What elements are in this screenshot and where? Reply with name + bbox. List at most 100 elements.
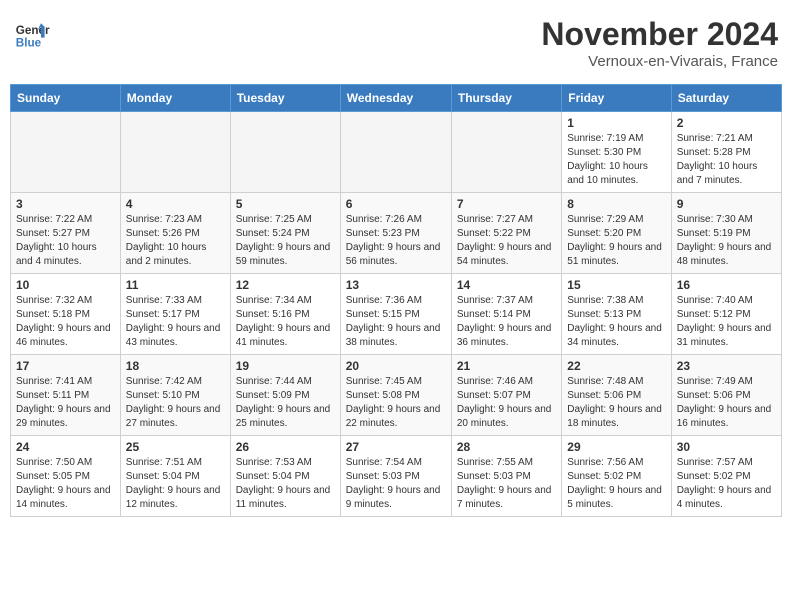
day-number: 27 [346,440,446,454]
day-number: 19 [236,359,335,373]
day-info: Sunrise: 7:23 AM Sunset: 5:26 PM Dayligh… [126,213,225,269]
calendar-cell: 23 Sunrise: 7:49 AM Sunset: 5:06 PM Dayli… [671,355,781,436]
day-number: 11 [126,278,225,292]
day-info: Sunrise: 7:51 AM Sunset: 5:04 PM Dayligh… [126,456,225,512]
calendar-cell: 1Sunrise: 7:19 AM Sunset: 5:30 PM Daylig… [562,112,671,193]
day-number: 29 [567,440,665,454]
calendar-cell: 18Sunrise: 7:42 AM Sunset: 5:10 PM Dayli… [120,355,230,436]
calendar: SundayMondayTuesdayWednesdayThursdayFrid… [10,84,782,517]
day-info: Sunrise: 7:27 AM Sunset: 5:22 PM Dayligh… [457,213,556,269]
calendar-cell: 20 Sunrise: 7:45 AM Sunset: 5:08 PM Dayli… [340,355,451,436]
svg-text:General: General [16,24,50,37]
calendar-cell: 3 Sunrise: 7:22 AM Sunset: 5:27 PM Daylig… [11,193,121,274]
calendar-cell: 11 Sunrise: 7:33 AM Sunset: 5:17 PM Dayli… [120,274,230,355]
day-info: Sunrise: 7:55 AM Sunset: 5:03 PM Dayligh… [457,456,556,512]
calendar-cell: 10 Sunrise: 7:32 AM Sunset: 5:18 PM Dayli… [11,274,121,355]
day-info: Sunrise: 7:49 AM Sunset: 5:06 PM Dayligh… [677,375,776,431]
calendar-cell [230,112,340,193]
title-area: November 2024 Vernoux-en-Vivarais, Franc… [541,16,778,70]
day-number: 15 [567,278,665,292]
day-number: 17 [16,359,115,373]
day-info: Sunrise: 7:36 AM Sunset: 5:15 PM Dayligh… [346,294,446,350]
day-number: 9 [677,197,776,211]
day-number: 12 [236,278,335,292]
day-number: 4 [126,197,225,211]
calendar-cell: 25 Sunrise: 7:51 AM Sunset: 5:04 PM Dayli… [120,436,230,517]
calendar-cell: 15 Sunrise: 7:38 AM Sunset: 5:13 PM Dayli… [562,274,671,355]
day-info: Sunrise: 7:41 AM Sunset: 5:11 PM Dayligh… [16,375,115,431]
calendar-cell: 8 Sunrise: 7:29 AM Sunset: 5:20 PM Daylig… [562,193,671,274]
calendar-header-monday: Monday [120,85,230,112]
calendar-cell: 22 Sunrise: 7:48 AM Sunset: 5:06 PM Dayli… [562,355,671,436]
logo: General Blue [14,16,50,52]
calendar-cell: 26Sunrise: 7:53 AM Sunset: 5:04 PM Dayli… [230,436,340,517]
calendar-cell: 7Sunrise: 7:27 AM Sunset: 5:22 PM Daylig… [451,193,561,274]
day-info: Sunrise: 7:26 AM Sunset: 5:23 PM Dayligh… [346,213,446,269]
day-number: 3 [16,197,115,211]
day-number: 5 [236,197,335,211]
calendar-cell: 21Sunrise: 7:46 AM Sunset: 5:07 PM Dayli… [451,355,561,436]
day-info: Sunrise: 7:48 AM Sunset: 5:06 PM Dayligh… [567,375,665,431]
svg-text:Blue: Blue [16,37,42,50]
day-number: 16 [677,278,776,292]
day-info: Sunrise: 7:54 AM Sunset: 5:03 PM Dayligh… [346,456,446,512]
calendar-header-sunday: Sunday [11,85,121,112]
day-number: 8 [567,197,665,211]
day-number: 2 [677,116,776,130]
calendar-cell: 6Sunrise: 7:26 AM Sunset: 5:23 PM Daylig… [340,193,451,274]
day-info: Sunrise: 7:37 AM Sunset: 5:14 PM Dayligh… [457,294,556,350]
day-number: 30 [677,440,776,454]
day-info: Sunrise: 7:57 AM Sunset: 5:02 PM Dayligh… [677,456,776,512]
calendar-cell: 29 Sunrise: 7:56 AM Sunset: 5:02 PM Dayli… [562,436,671,517]
calendar-cell: 27 Sunrise: 7:54 AM Sunset: 5:03 PM Dayli… [340,436,451,517]
calendar-week-3: 10 Sunrise: 7:32 AM Sunset: 5:18 PM Dayli… [11,274,782,355]
calendar-cell [340,112,451,193]
calendar-cell: 17 Sunrise: 7:41 AM Sunset: 5:11 PM Dayli… [11,355,121,436]
calendar-week-1: 1Sunrise: 7:19 AM Sunset: 5:30 PM Daylig… [11,112,782,193]
calendar-cell [11,112,121,193]
calendar-header-wednesday: Wednesday [340,85,451,112]
day-number: 26 [236,440,335,454]
day-info: Sunrise: 7:40 AM Sunset: 5:12 PM Dayligh… [677,294,776,350]
calendar-cell: 14Sunrise: 7:37 AM Sunset: 5:14 PM Dayli… [451,274,561,355]
calendar-header-thursday: Thursday [451,85,561,112]
day-info: Sunrise: 7:34 AM Sunset: 5:16 PM Dayligh… [236,294,335,350]
day-info: Sunrise: 7:44 AM Sunset: 5:09 PM Dayligh… [236,375,335,431]
day-number: 13 [346,278,446,292]
calendar-header-friday: Friday [562,85,671,112]
day-info: Sunrise: 7:29 AM Sunset: 5:20 PM Dayligh… [567,213,665,269]
calendar-cell: 19 Sunrise: 7:44 AM Sunset: 5:09 PM Dayli… [230,355,340,436]
day-number: 25 [126,440,225,454]
day-info: Sunrise: 7:50 AM Sunset: 5:05 PM Dayligh… [16,456,115,512]
day-number: 20 [346,359,446,373]
month-title: November 2024 [541,16,778,53]
logo-icon: General Blue [14,16,50,52]
day-info: Sunrise: 7:33 AM Sunset: 5:17 PM Dayligh… [126,294,225,350]
day-number: 22 [567,359,665,373]
calendar-cell: 30 Sunrise: 7:57 AM Sunset: 5:02 PM Dayli… [671,436,781,517]
day-info: Sunrise: 7:19 AM Sunset: 5:30 PM Dayligh… [567,132,665,188]
day-info: Sunrise: 7:25 AM Sunset: 5:24 PM Dayligh… [236,213,335,269]
day-info: Sunrise: 7:21 AM Sunset: 5:28 PM Dayligh… [677,132,776,188]
calendar-week-5: 24 Sunrise: 7:50 AM Sunset: 5:05 PM Dayli… [11,436,782,517]
calendar-week-2: 3 Sunrise: 7:22 AM Sunset: 5:27 PM Daylig… [11,193,782,274]
day-number: 10 [16,278,115,292]
day-number: 23 [677,359,776,373]
calendar-cell [451,112,561,193]
day-info: Sunrise: 7:32 AM Sunset: 5:18 PM Dayligh… [16,294,115,350]
calendar-week-4: 17 Sunrise: 7:41 AM Sunset: 5:11 PM Dayli… [11,355,782,436]
day-info: Sunrise: 7:46 AM Sunset: 5:07 PM Dayligh… [457,375,556,431]
calendar-cell: 9Sunrise: 7:30 AM Sunset: 5:19 PM Daylig… [671,193,781,274]
day-info: Sunrise: 7:56 AM Sunset: 5:02 PM Dayligh… [567,456,665,512]
day-info: Sunrise: 7:45 AM Sunset: 5:08 PM Dayligh… [346,375,446,431]
calendar-cell: 28 Sunrise: 7:55 AM Sunset: 5:03 PM Dayli… [451,436,561,517]
calendar-cell [120,112,230,193]
day-info: Sunrise: 7:38 AM Sunset: 5:13 PM Dayligh… [567,294,665,350]
calendar-cell: 24 Sunrise: 7:50 AM Sunset: 5:05 PM Dayli… [11,436,121,517]
day-number: 24 [16,440,115,454]
calendar-cell: 4 Sunrise: 7:23 AM Sunset: 5:26 PM Daylig… [120,193,230,274]
day-info: Sunrise: 7:22 AM Sunset: 5:27 PM Dayligh… [16,213,115,269]
calendar-header-tuesday: Tuesday [230,85,340,112]
day-number: 28 [457,440,556,454]
calendar-header-row: SundayMondayTuesdayWednesdayThursdayFrid… [11,85,782,112]
